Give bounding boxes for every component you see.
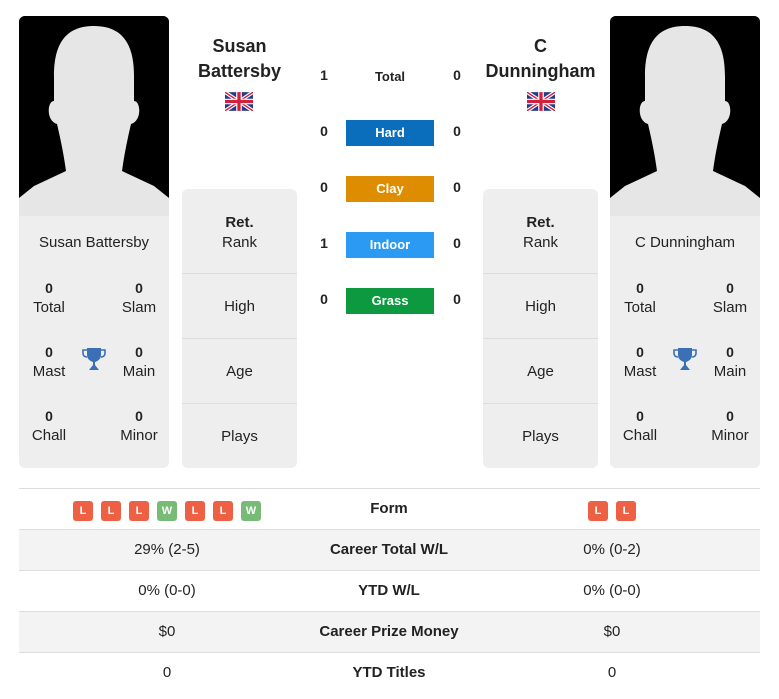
player2-high: High <box>483 273 598 338</box>
player2-photo <box>610 16 760 216</box>
player2-stat-total: 0 Total <box>624 280 656 316</box>
h2h-hard-p1: 0 <box>320 123 328 139</box>
h2h-total-p1: 1 <box>320 67 328 83</box>
table-row: $0 Career Prize Money $0 <box>19 612 760 653</box>
player1-stat-minor: 0 Minor <box>120 408 158 444</box>
player2-value: 0% (0-2) <box>583 541 641 558</box>
player1-card-name: Susan Battersby <box>38 234 150 251</box>
form-badge-loss[interactable]: L <box>101 501 121 521</box>
row-label: YTD Titles <box>352 664 426 681</box>
player2-stat-main: 0 Main <box>713 344 747 380</box>
form-badge-win[interactable]: W <box>157 501 177 521</box>
surface-hard: Hard <box>346 120 434 146</box>
surface-indoor: Indoor <box>346 232 434 258</box>
player2-stat-slam: 0 Slam <box>712 280 748 316</box>
player2-stat-mast: 0 Mast <box>623 344 657 380</box>
form-row: LLLWLLW Form LL <box>19 489 760 530</box>
player1-stat-slam: 0 Slam <box>121 280 157 316</box>
player1-stat-main: 0 Main <box>122 344 156 380</box>
player2-rank: Ret. Rank <box>522 214 559 251</box>
h2h-indoor-p1: 1 <box>320 235 328 251</box>
form-badge-loss[interactable]: L <box>73 501 93 521</box>
form-badge-loss[interactable]: L <box>185 501 205 521</box>
player1-rank: Ret. Rank <box>221 214 258 251</box>
uk-flag-icon <box>527 92 555 111</box>
trophy-icon <box>82 348 106 370</box>
player1-value: 0 <box>162 664 172 681</box>
form-label: Form <box>370 500 408 517</box>
player2-stat-minor: 0 Minor <box>711 408 749 444</box>
h2h-total-p2: 0 <box>453 67 461 83</box>
silhouette-icon <box>610 16 760 216</box>
form-badge-loss[interactable]: L <box>129 501 149 521</box>
player1-age: Age <box>182 338 297 403</box>
player1-info-card: Ret. Rank High Age Plays <box>182 189 297 468</box>
row-label: YTD W/L <box>358 582 420 599</box>
player1-value: 0% (0-0) <box>138 582 196 599</box>
uk-flag-icon <box>225 92 253 111</box>
player1-value: 29% (2-5) <box>134 541 200 558</box>
surface-clay: Clay <box>346 176 434 202</box>
trophy-icon <box>673 348 697 370</box>
player1-stat-chall: 0 Chall <box>31 408 67 444</box>
player2-card-name: C Dunningham <box>634 234 736 251</box>
form-badge-loss[interactable]: L <box>616 501 636 521</box>
form-badge-win[interactable]: W <box>241 501 261 521</box>
player2-form: LL <box>588 501 636 521</box>
table-row: 0 YTD Titles 0 <box>19 653 760 694</box>
table-row: 29% (2-5) Career Total W/L 0% (0-2) <box>19 530 760 571</box>
player1-value: $0 <box>158 623 176 640</box>
player2-value: 0 <box>607 664 617 681</box>
row-label: Career Total W/L <box>329 541 449 558</box>
silhouette-icon <box>19 16 169 216</box>
player2-name-heading[interactable]: C Dunningham <box>483 34 598 84</box>
h2h-hard-p2: 0 <box>453 123 461 139</box>
comparison-table: LLLWLLW Form LL 29% (2-5) Career Total W… <box>19 488 760 694</box>
h2h-indoor-p2: 0 <box>453 235 461 251</box>
row-label: Career Prize Money <box>319 623 459 640</box>
form-badge-loss[interactable]: L <box>588 501 608 521</box>
h2h-total-label: Total <box>374 69 406 84</box>
player1-photo <box>19 16 169 216</box>
player1-form: LLLWLLW <box>73 501 261 521</box>
player2-card: C Dunningham 0 Total 0 Slam 0 Mast 0 Main 0C… <box>610 216 760 468</box>
player1-name-heading[interactable]: Susan Battersby <box>182 34 297 84</box>
h2h-clay-p1: 0 <box>320 179 328 195</box>
h2h-grass-p2: 0 <box>453 291 461 307</box>
player2-plays: Plays <box>483 403 598 468</box>
player2-value: 0% (0-0) <box>583 582 641 599</box>
h2h-grass-p1: 0 <box>320 291 328 307</box>
player2-info-card: Ret. Rank High Age Plays <box>483 189 598 468</box>
player1-plays: Plays <box>182 403 297 468</box>
player1-card: Susan Battersby 0 Total 0 Slam 0 Mast 0 Main… <box>19 216 169 468</box>
player1-stat-mast: 0 Mast <box>32 344 66 380</box>
player2-value: $0 <box>603 623 621 640</box>
player1-high: High <box>182 273 297 338</box>
table-row: 0% (0-0) YTD W/L 0% (0-0) <box>19 571 760 612</box>
h2h-clay-p2: 0 <box>453 179 461 195</box>
form-badge-loss[interactable]: L <box>213 501 233 521</box>
surface-grass: Grass <box>346 288 434 314</box>
player2-age: Age <box>483 338 598 403</box>
player1-stat-total: 0 Total <box>33 280 65 316</box>
player2-stat-chall: 0 Chall <box>622 408 658 444</box>
